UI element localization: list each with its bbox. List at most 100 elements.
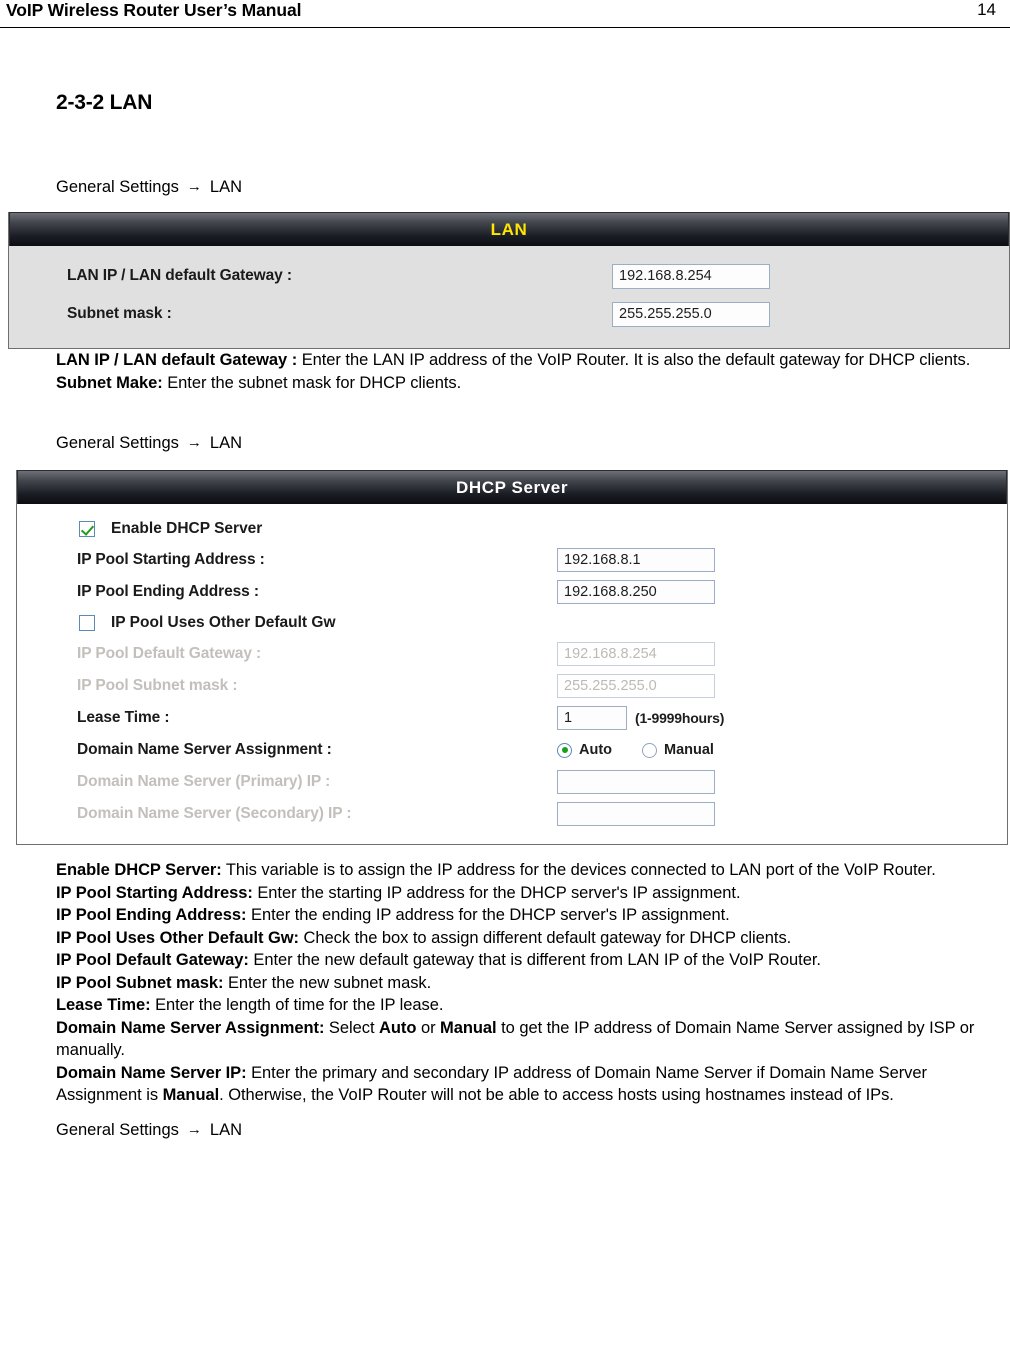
description-pool-default-gateway-term: IP Pool Default Gateway: (56, 951, 249, 969)
description-dns-ip-part2: . Otherwise, the VoIP Router will not be… (219, 1086, 894, 1104)
arrow-right-icon: → (186, 178, 202, 195)
lease-time-input[interactable] (557, 706, 627, 730)
radio-auto-label: Auto (579, 742, 613, 758)
row-ip-pool-other-gw[interactable]: IP Pool Uses Other Default Gw (17, 608, 1007, 638)
field-row-ip-pool-end: IP Pool Ending Address : (17, 576, 1007, 608)
field-row-pool-subnet-mask: IP Pool Subnet mask : (17, 670, 1007, 702)
pool-default-gateway-input[interactable] (557, 642, 715, 666)
description-lease-time: Lease Time: Enter the length of time for… (56, 994, 1000, 1017)
description-lan-ip: LAN IP / LAN default Gateway : Enter the… (56, 349, 1000, 372)
ip-pool-end-label: IP Pool Ending Address : (77, 583, 259, 600)
ip-pool-other-gw-checkbox[interactable] (79, 615, 95, 631)
ip-pool-end-control (557, 580, 715, 604)
description-lease-time-term: Lease Time: (56, 996, 151, 1014)
pool-default-gateway-label: IP Pool Default Gateway : (77, 645, 262, 662)
row-enable-dhcp-server[interactable]: Enable DHCP Server (17, 514, 1007, 544)
dhcp-panel-body: Enable DHCP Server IP Pool Starting Addr… (17, 504, 1007, 844)
dns-secondary-input[interactable] (557, 802, 715, 826)
enable-dhcp-server-label: Enable DHCP Server (111, 520, 263, 537)
ip-pool-other-gw-label: IP Pool Uses Other Default Gw (111, 614, 336, 631)
page-title: 2-3-2 LAN (56, 91, 153, 114)
pool-default-gateway-control (557, 642, 715, 666)
dns-primary-label: Domain Name Server (Primary) IP : (77, 773, 331, 790)
radio-manual[interactable] (642, 742, 658, 758)
description-lan-ip-text: Enter the LAN IP address of the VoIP Rou… (297, 351, 971, 369)
field-row-lease-time: Lease Time : (1-9999hours) (17, 702, 1007, 734)
description-ip-pool-start-text: Enter the starting IP address for the DH… (252, 883, 741, 902)
ip-pool-start-label: IP Pool Starting Address : (77, 551, 265, 568)
subnet-mask-input[interactable] (612, 301, 770, 327)
description-ip-pool-other-gw: IP Pool Uses Other Default Gw: Check the… (56, 927, 1000, 950)
breadcrumb-last-2: LAN (209, 434, 243, 452)
description-dns-ip: Domain Name Server IP: Enter the primary… (56, 1062, 1000, 1107)
description-dns-assignment-term: Domain Name Server Assignment: (56, 1018, 325, 1037)
document-title: VoIP Wireless Router User’s Manual (6, 0, 302, 20)
field-row-dns-assignment: Domain Name Server Assignment : Auto Man… (17, 734, 1007, 766)
dns-assignment-option-auto[interactable]: Auto (557, 742, 612, 758)
lease-time-hint: (1-9999hours) (635, 710, 725, 726)
breadcrumb-lan-2: General Settings → LAN (56, 432, 1000, 454)
subnet-mask-label: Subnet mask : (67, 305, 172, 322)
dhcp-panel-title: DHCP Server (17, 470, 1007, 504)
description-lease-time-text: Enter the length of time for the IP leas… (150, 996, 444, 1014)
dns-primary-input[interactable] (557, 770, 715, 794)
description-pool-default-gateway: IP Pool Default Gateway: Enter the new d… (56, 949, 1000, 972)
description-dns-assignment-bold2: Manual (440, 1018, 497, 1037)
subnet-mask-control (612, 301, 770, 327)
description-pool-default-gateway-text: Enter the new default gateway that is di… (248, 951, 821, 969)
description-lan-ip-term: LAN IP / LAN default Gateway : (56, 351, 298, 369)
header-divider (0, 27, 1010, 28)
page-content: 2-3-2 LAN General Settings → LAN LAN LAN I… (0, 90, 1010, 1141)
description-dns-ip-bold1: Manual (162, 1086, 220, 1104)
description-dns-assignment-bold1: Auto (379, 1018, 417, 1037)
lease-time-label: Lease Time : (77, 709, 170, 726)
pool-subnet-mask-input[interactable] (557, 674, 715, 698)
dns-secondary-control (557, 802, 715, 826)
dns-assignment-label: Domain Name Server Assignment : (77, 741, 332, 758)
description-ip-pool-start: IP Pool Starting Address: Enter the star… (56, 882, 1000, 905)
ip-pool-start-input[interactable] (557, 548, 715, 572)
radio-auto[interactable] (557, 742, 572, 758)
breadcrumb-lan-1: General Settings → LAN (56, 176, 1000, 198)
ip-pool-end-input[interactable] (557, 580, 715, 604)
description-pool-subnet-mask: IP Pool Subnet mask: Enter the new subne… (56, 972, 1000, 995)
breadcrumb-first: General Settings (56, 178, 179, 196)
lan-ip-input[interactable] (612, 263, 770, 289)
ip-pool-start-control (557, 548, 715, 572)
description-enable-dhcp-text: This variable is to assign the IP addres… (221, 861, 936, 879)
lan-panel-title: LAN (9, 212, 1009, 246)
description-dns-assignment-part1: Select (324, 1018, 380, 1037)
field-row-pool-default-gateway: IP Pool Default Gateway : (17, 638, 1007, 670)
description-ip-pool-start-term: IP Pool Starting Address: (56, 883, 253, 902)
dns-assignment-option-manual[interactable]: Manual (642, 742, 714, 758)
dhcp-server-panel: DHCP Server Enable DHCP Server IP Pool S… (16, 470, 1008, 845)
description-dns-assignment: Domain Name Server Assignment: Select Au… (56, 1017, 1000, 1062)
description-ip-pool-end: IP Pool Ending Address: Enter the ending… (56, 904, 1000, 927)
description-pool-subnet-mask-text: Enter the new subnet mask. (223, 973, 432, 992)
page-running-header: VoIP Wireless Router User’s Manual 14 (0, 0, 1010, 26)
pool-subnet-mask-control (557, 674, 715, 698)
field-row-subnet-mask: Subnet mask : (9, 298, 1009, 330)
lease-time-control: (1-9999hours) (557, 706, 724, 730)
enable-dhcp-server-checkbox[interactable] (79, 521, 95, 537)
description-dns-assignment-part2: or (416, 1018, 441, 1037)
breadcrumb-last: LAN (209, 178, 243, 196)
description-pool-subnet-mask-term: IP Pool Subnet mask: (56, 973, 224, 992)
description-subnet-mask-text: Enter the subnet mask for DHCP clients. (162, 373, 462, 392)
description-enable-dhcp: Enable DHCP Server: This variable is to … (56, 859, 1000, 882)
lan-settings-panel: LAN LAN IP / LAN default Gateway : Subne… (8, 212, 1010, 349)
description-subnet-mask: Subnet Make: Enter the subnet mask for D… (56, 372, 1000, 395)
field-row-lan-ip: LAN IP / LAN default Gateway : (9, 260, 1009, 292)
description-ip-pool-other-gw-text: Check the box to assign different defaul… (299, 928, 792, 947)
description-ip-pool-other-gw-term: IP Pool Uses Other Default Gw: (56, 928, 299, 947)
arrow-right-icon-2: → (186, 434, 202, 451)
breadcrumb-first-2: General Settings (56, 434, 179, 452)
dns-secondary-label: Domain Name Server (Secondary) IP : (77, 805, 352, 822)
dns-assignment-radio-group: Auto Manual (557, 742, 744, 758)
description-enable-dhcp-term: Enable DHCP Server: (56, 861, 222, 879)
lan-ip-control (612, 263, 770, 289)
field-row-dns-secondary: Domain Name Server (Secondary) IP : (17, 798, 1007, 830)
dns-primary-control (557, 770, 715, 794)
field-row-ip-pool-start: IP Pool Starting Address : (17, 544, 1007, 576)
pool-subnet-mask-label: IP Pool Subnet mask : (77, 677, 238, 694)
